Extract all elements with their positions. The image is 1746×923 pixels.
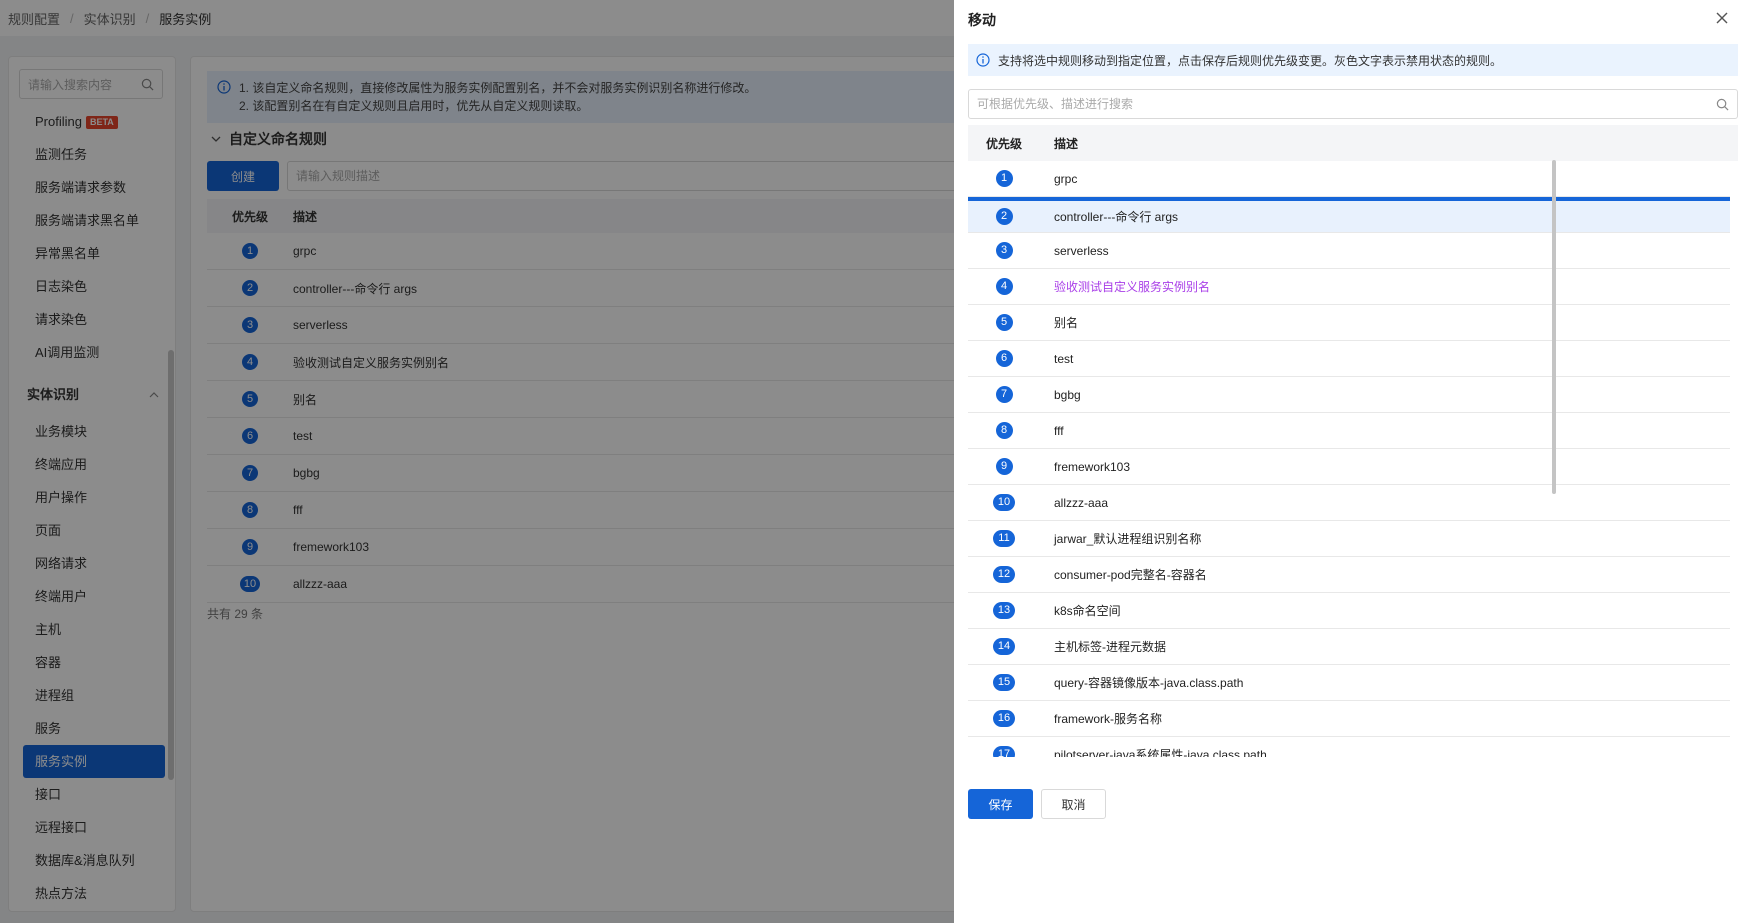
drawer-title: 移动 <box>968 12 996 28</box>
table-row[interactable]: 13 k8s命名空间 <box>968 593 1730 629</box>
priority-badge: 15 <box>993 674 1015 691</box>
drawer-table: 优先级 描述 1 grpc 2 controller---命令行 args 3 ser… <box>968 125 1738 757</box>
rule-desc: framework-服务名称 <box>1054 712 1163 726</box>
move-drawer: 移动 支持将选中规则移动到指定位置，点击保存后规则优先级变更。灰色文字表示禁用状… <box>954 0 1746 923</box>
rule-desc: 主机标签-进程元数据 <box>1054 640 1166 654</box>
drawer-footer: 保存 取消 <box>968 789 1106 819</box>
priority-badge: 1 <box>995 170 1013 187</box>
table-row[interactable]: 6 test <box>968 341 1730 377</box>
header-desc: 描述 <box>1054 136 1079 151</box>
drawer-table-header: 优先级 描述 <box>968 125 1738 161</box>
rule-desc: bgbg <box>1054 387 1081 402</box>
drawer-search <box>968 89 1738 119</box>
priority-badge: 5 <box>995 314 1013 331</box>
table-row[interactable]: 9 fremework103 <box>968 449 1730 485</box>
table-row[interactable]: 15 query-容器镜像版本-java.class.path <box>968 665 1730 701</box>
priority-badge: 3 <box>995 242 1013 259</box>
priority-badge: 9 <box>995 458 1013 475</box>
table-row-selected[interactable]: 2 controller---命令行 args <box>968 197 1730 233</box>
info-icon <box>976 53 990 67</box>
table-row[interactable]: 8 fff <box>968 413 1730 449</box>
priority-badge: 8 <box>995 422 1013 439</box>
drawer-info-text: 支持将选中规则移动到指定位置，点击保存后规则优先级变更。灰色文字表示禁用状态的规… <box>998 53 1503 68</box>
drawer-info-banner: 支持将选中规则移动到指定位置，点击保存后规则优先级变更。灰色文字表示禁用状态的规… <box>968 44 1738 76</box>
priority-badge: 6 <box>995 350 1013 367</box>
priority-badge: 2 <box>995 208 1013 225</box>
rule-desc: consumer-pod完整名-容器名 <box>1054 568 1207 582</box>
search-icon[interactable] <box>1716 98 1729 111</box>
priority-badge: 13 <box>993 602 1015 619</box>
priority-badge: 11 <box>993 530 1015 547</box>
header-priority: 优先级 <box>985 136 1022 151</box>
rule-desc: serverless <box>1054 243 1109 258</box>
rule-desc: controller---命令行 args <box>1054 210 1179 224</box>
rule-desc: fremework103 <box>1054 459 1131 474</box>
table-row[interactable]: 1 grpc <box>968 161 1730 197</box>
rule-desc: k8s命名空间 <box>1054 604 1121 618</box>
table-row[interactable]: 16 framework-服务名称 <box>968 701 1730 737</box>
table-row[interactable]: 12 consumer-pod完整名-容器名 <box>968 557 1730 593</box>
rule-desc: 别名 <box>1054 316 1079 330</box>
table-row[interactable]: 10 allzzz-aaa <box>968 485 1730 521</box>
priority-badge: 12 <box>993 566 1015 583</box>
table-row[interactable]: 3 serverless <box>968 233 1730 269</box>
table-row[interactable]: 14 主机标签-进程元数据 <box>968 629 1730 665</box>
priority-badge: 10 <box>993 494 1015 511</box>
drawer-search-input[interactable] <box>977 97 1677 111</box>
table-row[interactable]: 17 pilotserver-java系统属性-java.class.path <box>968 737 1730 757</box>
rule-desc: allzzz-aaa <box>1054 495 1109 510</box>
rule-desc: grpc <box>1054 171 1078 186</box>
rule-desc: fff <box>1054 423 1064 438</box>
close-icon[interactable] <box>1712 8 1732 28</box>
table-row[interactable]: 11 jarwar_默认进程组识别名称 <box>968 521 1730 557</box>
save-button[interactable]: 保存 <box>968 789 1033 819</box>
priority-badge: 4 <box>995 278 1013 295</box>
rule-desc: query-容器镜像版本-java.class.path <box>1054 676 1244 690</box>
rule-desc: test <box>1054 351 1074 366</box>
rule-desc: 验收测试自定义服务实例别名 <box>1054 280 1211 294</box>
priority-badge: 17 <box>993 746 1015 757</box>
table-row[interactable]: 7 bgbg <box>968 377 1730 413</box>
drawer-scrollbar[interactable] <box>1552 160 1556 494</box>
priority-badge: 16 <box>993 710 1015 727</box>
rule-desc: pilotserver-java系统属性-java.class.path <box>1054 748 1267 757</box>
table-row[interactable]: 4 验收测试自定义服务实例别名 <box>968 269 1730 305</box>
priority-badge: 7 <box>995 386 1013 403</box>
cancel-button[interactable]: 取消 <box>1041 789 1106 819</box>
rule-desc: jarwar_默认进程组识别名称 <box>1054 532 1202 546</box>
table-row[interactable]: 5 别名 <box>968 305 1730 341</box>
priority-badge: 14 <box>993 638 1015 655</box>
